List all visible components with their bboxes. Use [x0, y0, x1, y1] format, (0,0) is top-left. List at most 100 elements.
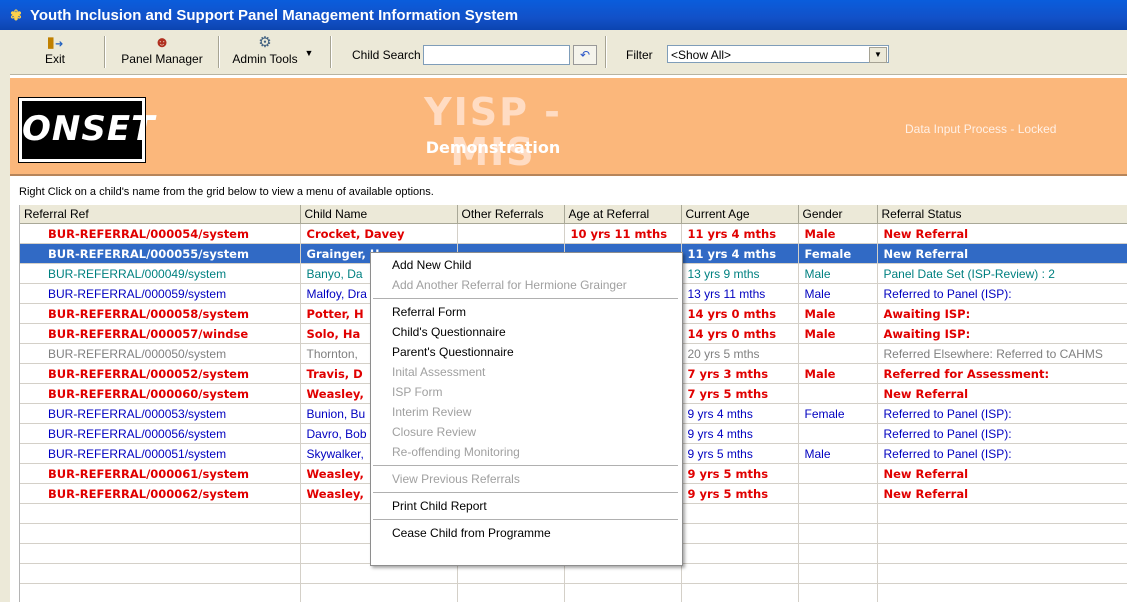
empty-cell	[681, 503, 799, 524]
menu-separator	[373, 298, 678, 299]
menu-item-referral-form[interactable]: Referral Form	[371, 302, 682, 322]
filter-select[interactable]: <Show All> ▼	[667, 45, 889, 63]
chevron-down-icon[interactable]: ▼	[869, 47, 887, 63]
empty-cell	[300, 583, 458, 602]
referral-status-cell: Referred for Assessment:	[877, 363, 1127, 384]
app-title: YISP - MIS	[424, 90, 562, 174]
current-age-cell: 11 yrs 4 mths	[681, 223, 799, 244]
column-header-current-age[interactable]: Current Age	[681, 205, 799, 224]
menu-item-cease-child-from-programme[interactable]: Cease Child from Programme	[371, 523, 682, 543]
age-at-referral-cell: 10 yrs 11 mths	[564, 223, 682, 244]
gender-cell	[798, 463, 878, 484]
referral-status-cell: Panel Date Set (ISP-Review) : 2	[877, 263, 1127, 284]
admin-tools-label: Admin Tools	[232, 52, 298, 66]
gender-cell	[798, 483, 878, 504]
exit-icon: ▮➜	[46, 34, 64, 51]
current-age-cell: 9 yrs 5 mths	[681, 443, 799, 464]
lock-status: Data Input Process - Locked	[905, 122, 1057, 136]
current-age-cell: 11 yrs 4 mths	[681, 243, 799, 264]
column-header-referral-status[interactable]: Referral Status	[877, 205, 1127, 224]
menu-separator	[373, 465, 678, 466]
window-title: Youth Inclusion and Support Panel Manage…	[30, 6, 519, 24]
menu-item-child-s-questionnaire[interactable]: Child's Questionnaire	[371, 322, 682, 342]
arrow-back-icon: ↶	[579, 48, 591, 62]
referral-ref-cell: BUR-REFERRAL/000054/system	[20, 223, 301, 244]
menu-item-print-child-report[interactable]: Print Child Report	[371, 496, 682, 516]
gender-cell	[798, 383, 878, 404]
admin-tools-button[interactable]: ⚙ Admin Tools	[230, 34, 300, 70]
empty-cell	[877, 523, 1127, 544]
empty-row	[20, 583, 1127, 602]
exit-button[interactable]: ▮➜ Exit	[38, 34, 72, 70]
current-age-cell: 14 yrs 0 mths	[681, 323, 799, 344]
referral-ref-cell: BUR-REFERRAL/000060/system	[20, 383, 301, 404]
current-age-cell: 13 yrs 11 mths	[681, 283, 799, 304]
empty-cell	[681, 523, 799, 544]
empty-row	[20, 563, 1127, 584]
empty-cell	[681, 563, 799, 584]
empty-cell	[877, 543, 1127, 564]
column-header-other-referrals[interactable]: Other Referrals	[457, 205, 565, 224]
toolbar-divider	[218, 36, 220, 68]
referral-status-cell: New Referral	[877, 383, 1127, 404]
empty-cell	[300, 563, 458, 584]
panel-manager-label: Panel Manager	[121, 52, 203, 66]
referral-ref-cell: BUR-REFERRAL/000049/system	[20, 263, 301, 284]
child-name-cell[interactable]: Crocket, Davey	[300, 223, 458, 244]
app-icon: ✾	[10, 7, 22, 23]
filter-label: Filter	[626, 48, 653, 62]
menu-item-interim-review: Interim Review	[392, 405, 472, 419]
menu-separator	[373, 519, 678, 520]
child-search-label: Child Search	[352, 48, 421, 62]
menu-item-isp-form: ISP Form	[392, 385, 443, 399]
referral-ref-cell: BUR-REFERRAL/000057/windse	[20, 323, 301, 344]
gender-cell: Male	[798, 363, 878, 384]
left-margin	[0, 74, 10, 602]
toolbar-divider	[605, 36, 607, 68]
referral-ref-cell: BUR-REFERRAL/000051/system	[20, 443, 301, 464]
empty-cell	[877, 563, 1127, 584]
referral-ref-cell: BUR-REFERRAL/000053/system	[20, 403, 301, 424]
child-search-input[interactable]	[423, 45, 570, 65]
gender-cell: Male	[798, 303, 878, 324]
empty-cell	[798, 523, 878, 544]
menu-item-re-offending-monitoring: Re-offending Monitoring	[392, 445, 520, 459]
gender-cell: Male	[798, 323, 878, 344]
column-header-age-at-referral[interactable]: Age at Referral	[564, 205, 682, 224]
referral-status-cell: Referred to Panel (ISP):	[877, 403, 1127, 424]
empty-cell	[798, 503, 878, 524]
current-age-cell: 7 yrs 3 mths	[681, 363, 799, 384]
people-icon: ☻	[154, 34, 170, 51]
menu-item-inital-assessment: Inital Assessment	[392, 365, 486, 379]
referral-ref-cell: BUR-REFERRAL/000058/system	[20, 303, 301, 324]
gender-cell: Female	[798, 243, 878, 264]
empty-cell	[20, 583, 301, 602]
search-go-button[interactable]: ↶	[573, 45, 597, 65]
column-header-referral-ref[interactable]: Referral Ref	[20, 205, 301, 224]
empty-cell	[798, 583, 878, 602]
gender-cell: Male	[798, 263, 878, 284]
referral-ref-cell: BUR-REFERRAL/000050/system	[20, 343, 301, 364]
table-row[interactable]: BUR-REFERRAL/000054/system Crocket, Davey…	[20, 223, 1127, 244]
column-header-child-name[interactable]: Child Name	[300, 205, 458, 224]
empty-cell	[20, 503, 301, 524]
instructions: Right Click on a child's name from the g…	[19, 186, 434, 198]
gender-cell	[798, 423, 878, 444]
menu-item-add-new-child[interactable]: Add New Child	[371, 255, 682, 275]
admin-tools-dropdown-icon[interactable]: ▼	[302, 48, 316, 62]
empty-cell	[564, 563, 682, 584]
referral-ref-cell: BUR-REFERRAL/000059/system	[20, 283, 301, 304]
menu-item-view-previous-referrals: View Previous Referrals	[392, 472, 520, 486]
menu-item-parent-s-questionnaire[interactable]: Parent's Questionnaire	[371, 342, 682, 362]
gender-cell: Male	[798, 223, 878, 244]
referral-status-cell: New Referral	[877, 483, 1127, 504]
current-age-cell: 7 yrs 5 mths	[681, 383, 799, 404]
gender-cell: Male	[798, 283, 878, 304]
referral-ref-cell: BUR-REFERRAL/000062/system	[20, 483, 301, 504]
panel-manager-button[interactable]: ☻ Panel Manager	[114, 34, 210, 70]
column-header-gender[interactable]: Gender	[798, 205, 878, 224]
gender-cell: Male	[798, 443, 878, 464]
menu-separator	[373, 492, 678, 493]
toolbar-divider	[104, 36, 106, 68]
referral-ref-cell: BUR-REFERRAL/000061/system	[20, 463, 301, 484]
